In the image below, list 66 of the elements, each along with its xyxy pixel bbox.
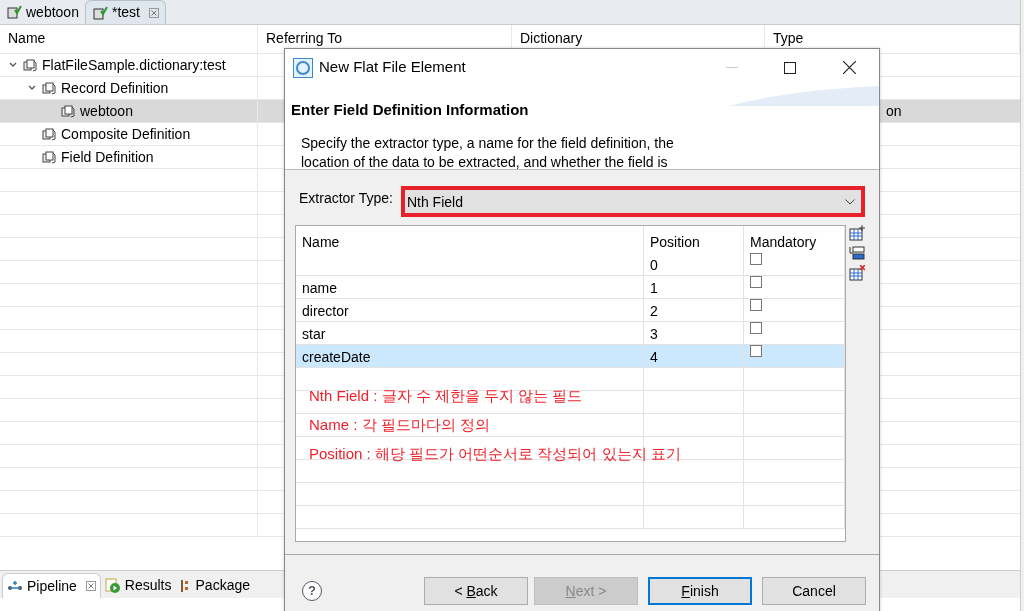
table-cell: 3 <box>650 326 658 342</box>
description-line: Specify the extractor type, a name for the field definition, the <box>301 133 675 153</box>
table-cell: star <box>302 326 326 342</box>
node-icon <box>61 104 75 118</box>
mandatory-checkbox[interactable] <box>750 299 762 311</box>
table-cell: 2 <box>650 303 658 319</box>
tree-label: Field Definition <box>61 147 154 167</box>
table-cell: createDate <box>302 349 371 365</box>
tab-label: Package <box>195 576 250 595</box>
view-tab[interactable]: Package <box>175 573 254 598</box>
dictionary-icon <box>6 4 22 20</box>
extractor-label: Extractor Type: <box>299 189 393 208</box>
mandatory-checkbox[interactable] <box>750 253 762 265</box>
page-title: Enter Field Definition Information <box>291 101 529 118</box>
dropdown-caret-icon <box>845 198 855 205</box>
node-icon <box>42 150 56 164</box>
column-header[interactable]: Name <box>0 25 258 53</box>
delete-row-icon[interactable] <box>849 265 865 281</box>
mandatory-checkbox[interactable] <box>750 322 762 334</box>
dictionary-icon <box>91 4 108 21</box>
insert-row-icon[interactable] <box>849 245 865 261</box>
help-button[interactable]: ? <box>302 581 322 601</box>
tab-label: webtoon <box>26 2 79 22</box>
window-title: New Flat File Element <box>319 57 466 78</box>
column-header[interactable]: Position <box>644 226 744 253</box>
tree-label: webtoon <box>80 101 133 121</box>
table-row[interactable]: createDate 4 <box>296 345 845 368</box>
editor-tab[interactable]: webtoon <box>0 0 85 24</box>
annotation-note: Position : 해당 필드가 어떤순서로 작성되어 있는지 표기 <box>309 444 681 464</box>
node-icon <box>42 81 56 95</box>
table-row[interactable]: name 1 <box>296 276 845 299</box>
tab-label: Pipeline <box>27 576 77 596</box>
maximize-icon[interactable] <box>784 61 796 74</box>
view-tab[interactable]: Pipeline <box>2 573 101 598</box>
annotation-note: Name : 각 필드마다의 정의 <box>309 415 491 435</box>
tree-label: FlatFileSample.dictionary:test <box>42 55 226 75</box>
editor-tab[interactable]: *test <box>84 0 166 24</box>
table-cell: 1 <box>650 280 658 296</box>
tab-label: Results <box>124 576 172 595</box>
app-icon <box>293 57 313 78</box>
mandatory-checkbox[interactable] <box>750 345 762 357</box>
table-cell: director <box>302 303 349 319</box>
table-cell: 0 <box>650 257 658 273</box>
type-cell-text: on <box>886 101 902 121</box>
annotation-note: Nth Field : 글자 수 제한을 두지 않는 필드 <box>309 386 584 406</box>
tree-label: Record Definition <box>61 78 169 98</box>
table-row[interactable]: 0 <box>296 253 845 276</box>
results-icon <box>104 577 121 594</box>
close-icon[interactable] <box>843 61 856 74</box>
column-header[interactable]: Name <box>296 226 644 253</box>
mandatory-checkbox[interactable] <box>750 276 762 288</box>
node-icon <box>23 58 37 72</box>
pipeline-icon <box>7 580 23 592</box>
table-row[interactable]: director 2 <box>296 299 845 322</box>
node-icon <box>42 127 56 141</box>
view-tab[interactable]: Results <box>100 573 176 598</box>
add-row-icon[interactable] <box>849 225 865 241</box>
table-cell: name <box>302 280 338 296</box>
dialog-button[interactable]: Finish <box>648 577 752 605</box>
dialog-button[interactable]: < Back <box>424 577 528 605</box>
tab-label: *test <box>111 3 140 22</box>
table-cell: 4 <box>650 349 658 365</box>
tree-label: Composite Definition <box>61 124 191 144</box>
extractor-dropdown[interactable]: Nth Field <box>400 186 865 217</box>
description-line: location of the data to be extracted, and whether the field is <box>301 152 669 172</box>
dialog-button[interactable]: Cancel <box>762 577 866 605</box>
